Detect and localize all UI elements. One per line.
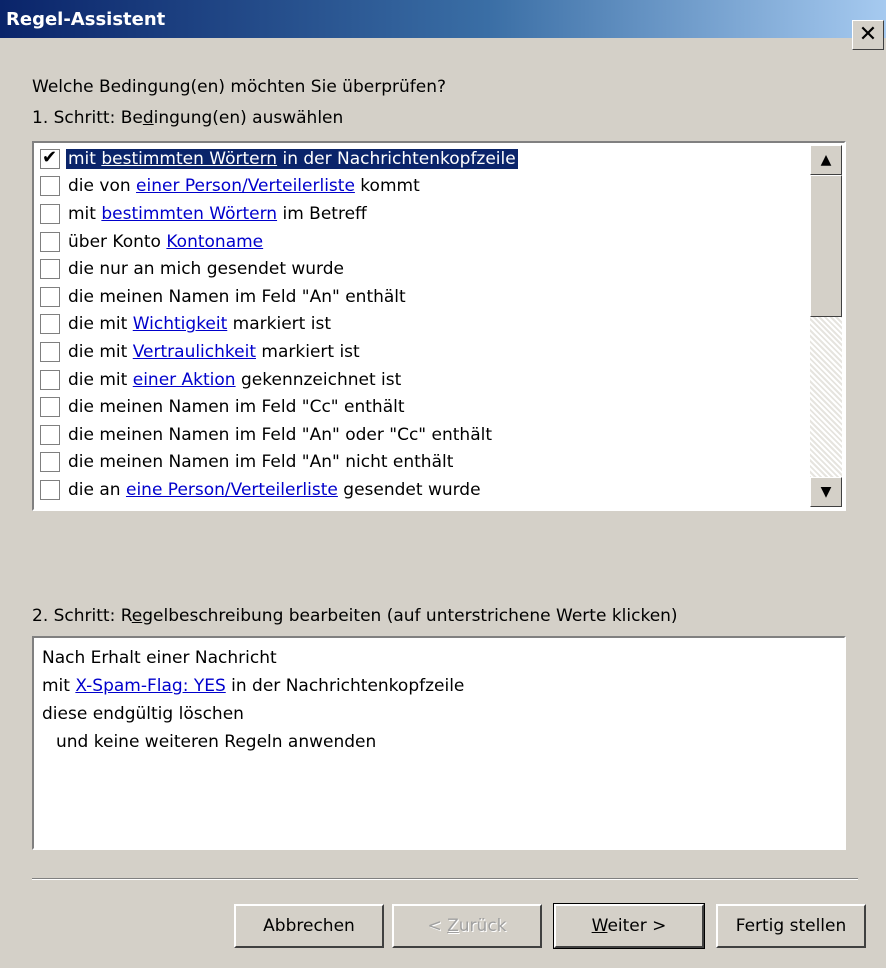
condition-text: die mit Vertraulichkeit markiert ist bbox=[68, 341, 360, 362]
condition-value-link[interactable]: Wichtigkeit bbox=[133, 314, 228, 334]
condition-text: die meinen Namen im Feld "An" nicht enth… bbox=[68, 452, 454, 473]
condition-item[interactable]: die meinen Namen im Feld "Cc" enthält bbox=[36, 393, 806, 421]
scroll-thumb[interactable] bbox=[810, 175, 842, 317]
condition-checkbox[interactable] bbox=[40, 259, 60, 280]
description-line-3: diese endgültig löschen bbox=[42, 704, 244, 724]
condition-item[interactable]: mit bestimmten Wörtern im Betreff bbox=[36, 200, 806, 228]
condition-item[interactable]: mit bestimmten Wörtern in der Nachrichte… bbox=[36, 145, 806, 173]
description-line-1: Nach Erhalt einer Nachricht bbox=[42, 648, 277, 668]
spam-flag-link[interactable]: X-Spam-Flag: YES bbox=[75, 676, 225, 696]
description-line-2: mit X-Spam-Flag: YES in der Nachrichtenk… bbox=[42, 676, 465, 696]
condition-value-link[interactable]: einer Aktion bbox=[133, 370, 236, 390]
condition-checkbox[interactable] bbox=[40, 314, 60, 335]
step1-label: 1. Schritt: Bedingung(en) auswählen bbox=[32, 108, 344, 128]
condition-text: die meinen Namen im Feld "Cc" enthält bbox=[68, 397, 405, 418]
condition-item[interactable]: die mit Wichtigkeit markiert ist bbox=[36, 311, 806, 339]
condition-item[interactable]: die nur an mich gesendet wurde bbox=[36, 255, 806, 283]
question-label: Welche Bedingung(en) möchten Sie überprü… bbox=[32, 77, 446, 97]
condition-item[interactable]: die meinen Namen im Feld "An" nicht enth… bbox=[36, 449, 806, 477]
condition-value-link[interactable]: bestimmten Wörtern bbox=[101, 204, 277, 224]
condition-text: über Konto Kontoname bbox=[68, 231, 264, 252]
scroll-up-button[interactable]: ▲ bbox=[810, 145, 842, 175]
window-title: Regel-Assistent bbox=[6, 9, 166, 30]
condition-checkbox[interactable] bbox=[40, 341, 60, 362]
condition-text: die an eine Person/Verteilerliste gesend… bbox=[68, 479, 481, 500]
condition-text: die mit einer Aktion gekennzeichnet ist bbox=[68, 369, 402, 390]
condition-value-link[interactable]: einer Person/Verteilerliste bbox=[136, 176, 355, 196]
condition-checkbox[interactable] bbox=[40, 424, 60, 445]
condition-checkbox[interactable] bbox=[40, 397, 60, 418]
condition-value-link[interactable]: Vertraulichkeit bbox=[133, 342, 256, 362]
vertical-scrollbar[interactable]: ▲ ▼ bbox=[810, 145, 842, 507]
condition-text: die mit Wichtigkeit markiert ist bbox=[68, 314, 331, 335]
condition-value-link[interactable]: Kontoname bbox=[166, 232, 263, 252]
back-button[interactable]: < Zurück bbox=[392, 904, 542, 948]
condition-item[interactable]: über Konto Kontoname bbox=[36, 228, 806, 256]
condition-item[interactable]: die mit einer Aktion gekennzeichnet ist bbox=[36, 366, 806, 394]
condition-checkbox[interactable] bbox=[40, 479, 60, 500]
condition-item[interactable]: die mit Vertraulichkeit markiert ist bbox=[36, 338, 806, 366]
cancel-button[interactable]: Abbrechen bbox=[234, 904, 384, 948]
conditions-listbox[interactable]: mit bestimmten Wörtern in der Nachrichte… bbox=[32, 141, 846, 511]
condition-text: mit bestimmten Wörtern im Betreff bbox=[68, 203, 367, 224]
close-button[interactable]: ✕ bbox=[852, 20, 884, 50]
finish-button[interactable]: Fertig stellen bbox=[716, 904, 866, 948]
condition-text: mit bestimmten Wörtern in der Nachrichte… bbox=[65, 147, 519, 170]
description-line-4: und keine weiteren Regeln anwenden bbox=[56, 732, 377, 752]
condition-item[interactable]: die meinen Namen im Feld "An" enthält bbox=[36, 283, 806, 311]
condition-text: die nur an mich gesendet wurde bbox=[68, 259, 345, 280]
condition-checkbox[interactable] bbox=[40, 203, 60, 224]
condition-value-link[interactable]: bestimmten Wörtern bbox=[101, 149, 277, 169]
title-bar: Regel-Assistent bbox=[0, 0, 886, 38]
condition-checkbox[interactable] bbox=[40, 369, 60, 390]
separator-line bbox=[32, 878, 858, 880]
next-button[interactable]: Weiter > bbox=[553, 903, 705, 949]
condition-text: die meinen Namen im Feld "An" oder "Cc" … bbox=[68, 424, 493, 445]
condition-checkbox[interactable] bbox=[40, 147, 60, 169]
condition-text: die meinen Namen im Feld "An" enthält bbox=[68, 286, 406, 307]
condition-checkbox[interactable] bbox=[40, 286, 60, 307]
condition-item[interactable]: die von einer Person/Verteilerliste komm… bbox=[36, 173, 806, 201]
step2-label: 2. Schritt: Regelbeschreibung bearbeiten… bbox=[32, 606, 678, 626]
condition-checkbox[interactable] bbox=[40, 176, 60, 197]
condition-value-link[interactable]: eine Person/Verteilerliste bbox=[126, 480, 338, 500]
scroll-down-button[interactable]: ▼ bbox=[810, 477, 842, 507]
condition-text: die von einer Person/Verteilerliste komm… bbox=[68, 176, 420, 197]
condition-item[interactable]: die meinen Namen im Feld "An" oder "Cc" … bbox=[36, 421, 806, 449]
condition-checkbox[interactable] bbox=[40, 231, 60, 252]
conditions-list: mit bestimmten Wörtern in der Nachrichte… bbox=[36, 145, 806, 504]
condition-checkbox[interactable] bbox=[40, 452, 60, 473]
condition-item[interactable]: die an eine Person/Verteilerliste gesend… bbox=[36, 476, 806, 504]
rule-description-box: Nach Erhalt einer Nachricht mit X-Spam-F… bbox=[32, 636, 846, 850]
